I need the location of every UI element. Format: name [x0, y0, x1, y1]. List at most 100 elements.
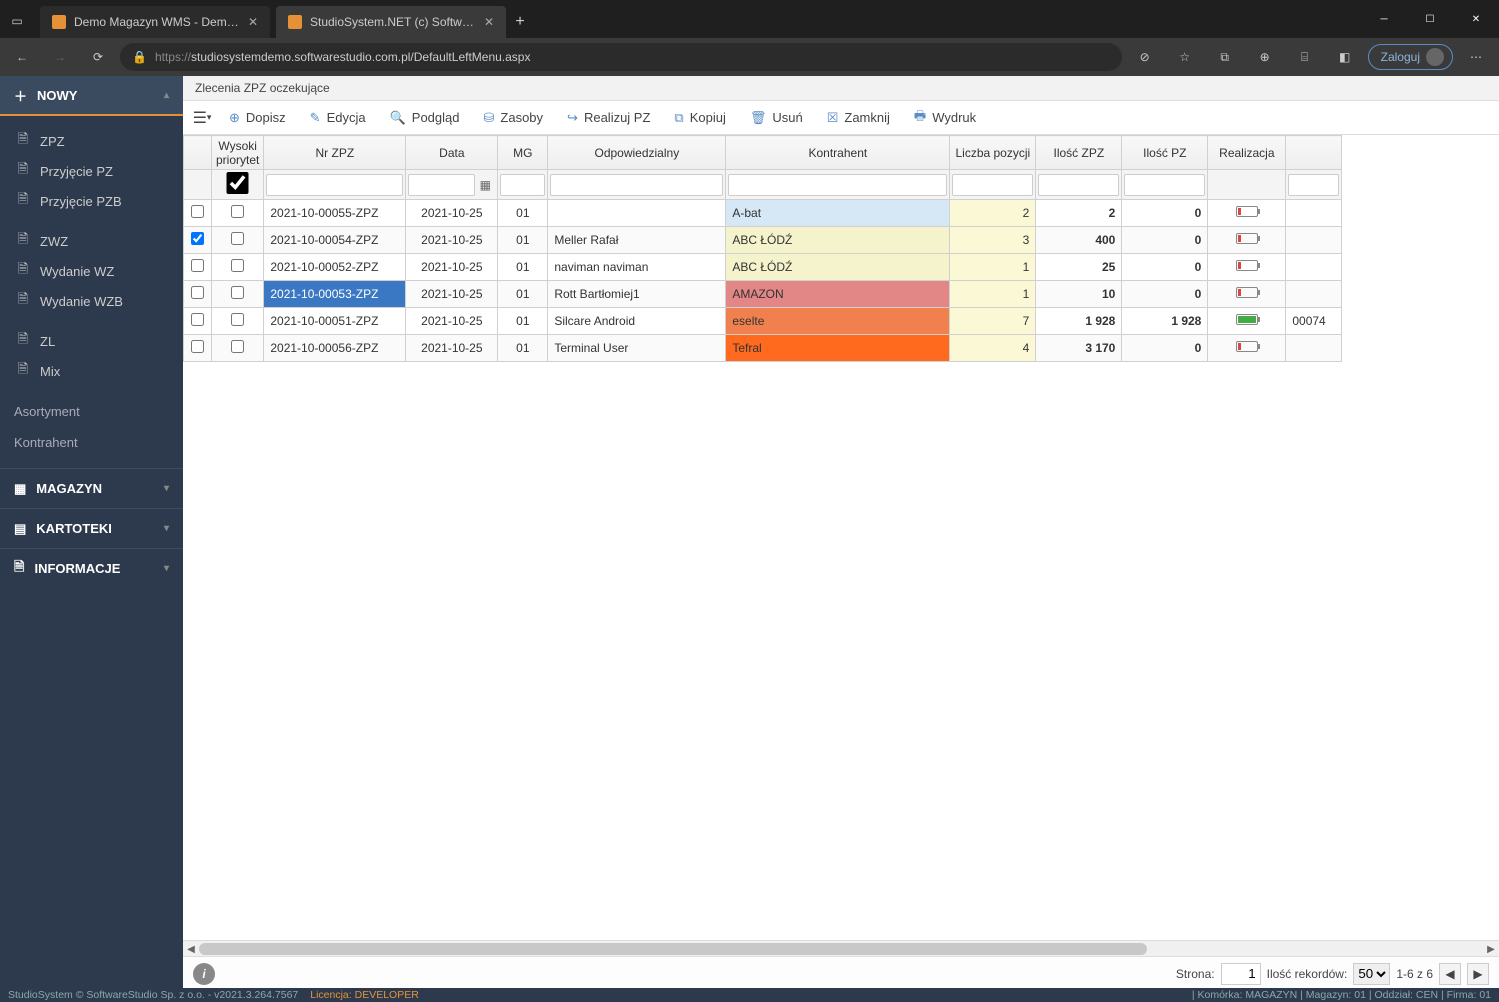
cell-pozycji: 2 — [950, 200, 1036, 227]
row-checkbox[interactable] — [191, 205, 204, 218]
sidebar-link-asortyment[interactable]: Asortyment — [0, 396, 183, 427]
priority-checkbox[interactable] — [231, 205, 244, 218]
sidebar-item-pz[interactable]: 🗎Przyjęcie PZ — [0, 156, 183, 186]
main-panel: Zlecenia ZPZ oczekujące ☰▾ ⊕Dopisz ✎Edyc… — [183, 76, 1499, 990]
table-row[interactable]: 2021-10-00053-ZPZ2021-10-2501Rott Bartło… — [184, 281, 1342, 308]
row-checkbox[interactable] — [191, 232, 204, 245]
cell-kontrahent: ABC ŁÓDŹ — [726, 254, 950, 281]
scroll-left-icon[interactable]: ◀ — [183, 941, 199, 957]
col-header[interactable]: Wysoki priorytet — [212, 136, 264, 170]
sidebar-item-zl[interactable]: 🗎ZL — [0, 326, 183, 356]
filter-kon-input[interactable] — [728, 174, 947, 196]
menu-icon[interactable]: ☰▾ — [189, 105, 215, 131]
table-row[interactable]: 2021-10-00056-ZPZ2021-10-2501Terminal Us… — [184, 335, 1342, 362]
sidebar-magazyn[interactable]: ▦MAGAZYN▾ — [0, 468, 183, 508]
app-icon[interactable]: ◧ — [1328, 43, 1362, 71]
col-header[interactable]: Data — [406, 136, 498, 170]
maximize-button[interactable]: ☐ — [1407, 4, 1453, 34]
tracking-icon[interactable]: ⊘ — [1128, 43, 1162, 71]
row-checkbox[interactable] — [191, 286, 204, 299]
sidebar-link-kontrahent[interactable]: Kontrahent — [0, 427, 183, 458]
col-header[interactable]: Nr ZPZ — [264, 136, 406, 170]
row-checkbox[interactable] — [191, 313, 204, 326]
filter-priority-checkbox[interactable] — [214, 172, 261, 194]
sidebar-item-zwz[interactable]: 🗎ZWZ — [0, 226, 183, 256]
priority-checkbox[interactable] — [231, 232, 244, 245]
close-icon[interactable]: ✕ — [484, 15, 494, 29]
col-header[interactable]: Liczba pozycji — [950, 136, 1036, 170]
info-icon[interactable]: i — [193, 963, 215, 985]
toolbar-edycja[interactable]: ✎Edycja — [300, 106, 376, 130]
horizontal-scrollbar[interactable]: ◀ ▶ — [183, 940, 1499, 956]
col-header[interactable]: Odpowiedzialny — [548, 136, 726, 170]
page-input[interactable] — [1221, 963, 1261, 985]
calendar-icon[interactable]: ▦ — [475, 178, 495, 192]
tab-actions-icon[interactable]: ▭ — [0, 6, 34, 36]
toolbar-dopisz[interactable]: ⊕Dopisz — [219, 106, 296, 130]
sidebar-informacje[interactable]: 🗎INFORMACJE▾ — [0, 548, 183, 588]
filter-odp-input[interactable] — [550, 174, 723, 196]
sidebar-nowy[interactable]: ＋ NOWY ▴ — [0, 76, 183, 116]
table-row[interactable]: 2021-10-00054-ZPZ2021-10-2501Meller Rafa… — [184, 227, 1342, 254]
filter-poz-input[interactable] — [952, 174, 1033, 196]
col-header[interactable]: Kontrahent — [726, 136, 950, 170]
priority-checkbox[interactable] — [231, 286, 244, 299]
filter-mg-input[interactable] — [500, 174, 545, 196]
filter-ipz-input[interactable] — [1124, 174, 1205, 196]
back-button[interactable]: ← — [6, 43, 38, 71]
close-window-button[interactable]: ✕ — [1453, 4, 1499, 34]
sidebar-item-pzb[interactable]: 🗎Przyjęcie PZB — [0, 186, 183, 216]
scroll-right-icon[interactable]: ▶ — [1483, 941, 1499, 957]
col-header[interactable]: Ilość ZPZ — [1036, 136, 1122, 170]
row-checkbox[interactable] — [191, 340, 204, 353]
filter-extra-input[interactable] — [1288, 174, 1339, 196]
profile-button[interactable]: Zaloguj — [1368, 44, 1453, 70]
sidebar-item-wz[interactable]: 🗎Wydanie WZ — [0, 256, 183, 286]
reading-icon[interactable]: ⧉ — [1208, 43, 1242, 71]
forward-button[interactable]: → — [44, 43, 76, 71]
toolbar-zamknij[interactable]: ☒Zamknij — [817, 106, 900, 130]
sidebar-item-zpz[interactable]: 🗎ZPZ — [0, 126, 183, 156]
row-checkbox[interactable] — [191, 259, 204, 272]
next-page-button[interactable]: ▶ — [1467, 963, 1489, 985]
col-header[interactable] — [1286, 136, 1342, 170]
col-header[interactable]: Ilość PZ — [1122, 136, 1208, 170]
new-tab-button[interactable]: + — [506, 6, 534, 38]
table-row[interactable]: 2021-10-00055-ZPZ2021-10-2501A-bat220 — [184, 200, 1342, 227]
table-row[interactable]: 2021-10-00052-ZPZ2021-10-2501naviman nav… — [184, 254, 1342, 281]
sidebar-item-mix[interactable]: 🗎Mix — [0, 356, 183, 386]
sidebar-item-wzb[interactable]: 🗎Wydanie WZB — [0, 286, 183, 316]
scroll-thumb[interactable] — [199, 943, 1147, 955]
priority-checkbox[interactable] — [231, 313, 244, 326]
col-header[interactable]: Realizacja — [1208, 136, 1286, 170]
records-select[interactable]: 50 — [1353, 963, 1390, 985]
site-info-icon[interactable]: 🔒 — [132, 50, 147, 64]
filter-date-input[interactable] — [408, 174, 475, 196]
more-icon[interactable]: ⋯ — [1459, 43, 1493, 71]
refresh-button[interactable]: ⟳ — [82, 43, 114, 71]
col-header[interactable] — [184, 136, 212, 170]
favorite-icon[interactable]: ☆ — [1168, 43, 1202, 71]
toolbar-zasoby[interactable]: ⛁Zasoby — [474, 106, 554, 130]
filter-izpz-input[interactable] — [1038, 174, 1119, 196]
collections-icon[interactable]: ⊕ — [1248, 43, 1282, 71]
prev-page-button[interactable]: ◀ — [1439, 963, 1461, 985]
browser-tab[interactable]: StudioSystem.NET (c) SoftwareSt… ✕ — [276, 6, 506, 38]
extensions-icon[interactable]: ⌸ — [1288, 43, 1322, 71]
toolbar-usun[interactable]: 🗑Usuń — [740, 106, 813, 130]
toolbar-realizuj[interactable]: ↪Realizuj PZ — [557, 106, 660, 130]
minimize-button[interactable]: ─ — [1361, 4, 1407, 34]
filter-nr-input[interactable] — [266, 174, 403, 196]
toolbar-wydruk[interactable]: 🖶Wydruk — [904, 103, 986, 133]
toolbar-kopiuj[interactable]: ⧉Kopiuj — [664, 106, 735, 130]
header-row: Wysoki priorytet Nr ZPZ Data MG Odpowied… — [184, 136, 1342, 170]
table-row[interactable]: 2021-10-00051-ZPZ2021-10-2501Silcare And… — [184, 308, 1342, 335]
toolbar-podglad[interactable]: 🔍Podgląd — [380, 106, 470, 130]
close-icon[interactable]: ✕ — [248, 15, 258, 29]
sidebar-kartoteki[interactable]: ▤KARTOTEKI▾ — [0, 508, 183, 548]
priority-checkbox[interactable] — [231, 340, 244, 353]
col-header[interactable]: MG — [498, 136, 548, 170]
address-bar[interactable]: 🔒 https://studiosystemdemo.softwarestudi… — [120, 43, 1122, 71]
priority-checkbox[interactable] — [231, 259, 244, 272]
browser-tab[interactable]: Demo Magazyn WMS - Demo o… ✕ — [40, 6, 270, 38]
